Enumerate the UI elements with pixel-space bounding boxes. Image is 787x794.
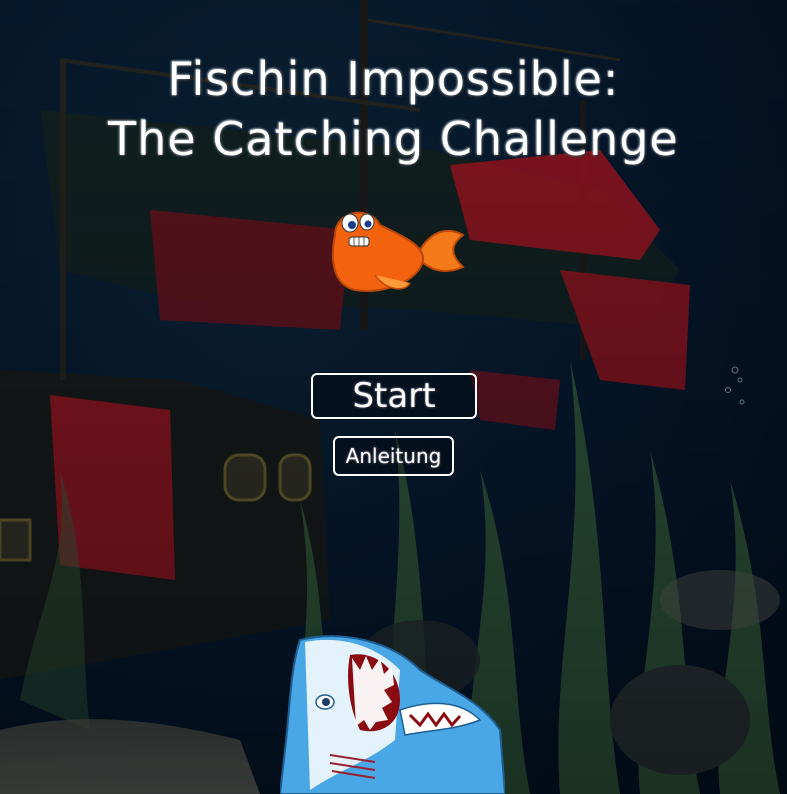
instructions-button[interactable]: Anleitung (333, 436, 454, 476)
orange-fish-icon (331, 211, 465, 292)
start-button[interactable]: Start (311, 373, 477, 419)
game-title-line-2: The Catching Challenge (108, 112, 679, 166)
shark-icon (280, 635, 505, 794)
game-screen: Fischin Impossible: The Catching Challen… (0, 0, 787, 794)
game-title-line-1: Fischin Impossible: (167, 52, 620, 106)
